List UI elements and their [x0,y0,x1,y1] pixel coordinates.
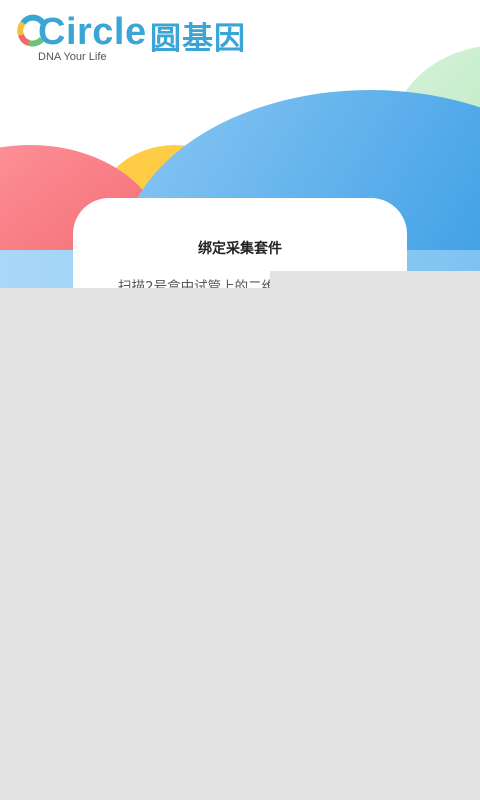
loading-overlay [0,288,480,800]
card-title: 绑定采集套件 [198,241,282,257]
loading-overlay-edge [270,271,480,288]
